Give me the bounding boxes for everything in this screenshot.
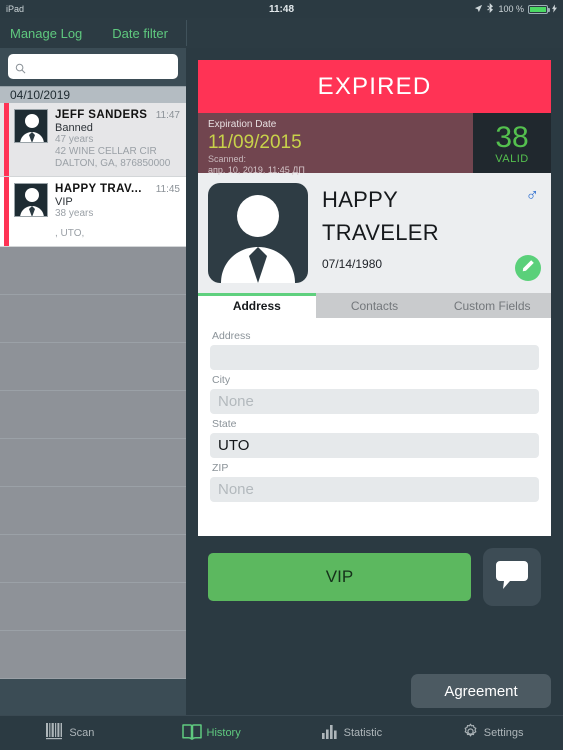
list-placeholder-row xyxy=(0,343,186,391)
manage-log-button[interactable]: Manage Log xyxy=(10,26,82,41)
scanned-label: Scanned: xyxy=(208,154,247,164)
person-avatar xyxy=(208,183,308,283)
agreement-button[interactable]: Agreement xyxy=(411,674,551,708)
list-placeholder-row xyxy=(0,535,186,583)
list-placeholder-row xyxy=(0,631,186,679)
list-item-header: HAPPY TRAV... 11:45 xyxy=(55,183,180,195)
search-input[interactable] xyxy=(31,60,171,73)
speech-bubble-icon xyxy=(496,560,528,595)
list-item-age: 38 years xyxy=(55,208,94,219)
battery-icon xyxy=(528,4,550,14)
city-label: City xyxy=(212,374,231,386)
tab-settings-label: Settings xyxy=(483,727,524,739)
list-placeholder-row xyxy=(0,391,186,439)
expiration-date-value: 11/09/2015 xyxy=(208,132,302,153)
tab-custom-fields[interactable]: Custom Fields xyxy=(433,293,551,318)
search-box[interactable] xyxy=(8,54,178,79)
list-item-spacer xyxy=(55,220,180,228)
avatar xyxy=(14,183,48,217)
list-item-time: 11:47 xyxy=(155,110,180,121)
tab-settings[interactable]: Settings xyxy=(422,716,563,750)
expiration-bar: Expiration Date 11/09/2015 Scanned: апр.… xyxy=(198,113,551,175)
person-info: ♂ HAPPY TRAVELER 07/14/1980 xyxy=(308,183,541,283)
gear-icon xyxy=(462,723,479,743)
bluetooth-icon xyxy=(487,3,494,15)
top-nav-bar: Manage Log Date filter xyxy=(0,18,563,48)
list-item-status: VIP xyxy=(55,196,73,208)
avatar xyxy=(14,109,48,143)
tab-history-label: History xyxy=(206,727,241,739)
expired-banner: EXPIRED xyxy=(198,60,551,113)
list-item-age: 47 years xyxy=(55,134,94,145)
battery-percent: 100 % xyxy=(498,4,524,14)
zip-label: ZIP xyxy=(212,462,229,474)
status-indicators: 100 % xyxy=(474,3,557,15)
state-label: State xyxy=(212,418,237,430)
list-item-body: JEFF SANDERS 11:47 Banned 47 years 42 WI… xyxy=(55,109,180,170)
address-form: Address City State ZIP xyxy=(198,318,551,536)
scanned-value: апр. 10, 2019, 11:45 ДП xyxy=(208,165,305,175)
tab-scan-label: Scan xyxy=(69,727,95,739)
age-value: 38 xyxy=(495,120,529,154)
list-placeholder-row xyxy=(0,247,186,295)
tab-history[interactable]: History xyxy=(141,716,282,750)
list-item-address-line2: DALTON, GA, 876850000 xyxy=(55,158,171,169)
nav-divider xyxy=(186,20,187,46)
edit-button[interactable] xyxy=(515,255,541,281)
list-item-header: JEFF SANDERS 11:47 xyxy=(55,109,180,121)
bar-chart-icon xyxy=(321,724,339,743)
pencil-icon xyxy=(521,259,535,278)
expiration-date-label: Expiration Date xyxy=(208,119,277,130)
list-item-time: 11:45 xyxy=(155,184,180,195)
date-section-header: 04/10/2019 xyxy=(0,86,186,103)
action-bar: VIP xyxy=(198,544,551,610)
app-root: iPad 11:48 100 % Manage Log Date filter xyxy=(0,0,563,750)
status-bar: iPad 11:48 100 % xyxy=(0,0,563,18)
list-item-name: HAPPY TRAV... xyxy=(55,183,142,195)
bottom-tab-bar: Scan History Statistic Settings xyxy=(0,715,563,750)
barcode-icon xyxy=(46,723,64,743)
person-dob: 07/14/1980 xyxy=(322,257,383,271)
list-item[interactable]: JEFF SANDERS 11:47 Banned 47 years 42 WI… xyxy=(0,103,186,177)
message-button[interactable] xyxy=(483,548,541,606)
list-item-address-line1: 42 WINE CELLAR CIR xyxy=(55,146,157,157)
search-container xyxy=(0,48,186,86)
person-card: ♂ HAPPY TRAVELER 07/14/1980 xyxy=(198,173,551,293)
open-book-icon xyxy=(181,723,202,743)
address-label: Address xyxy=(212,330,251,342)
tab-statistic[interactable]: Statistic xyxy=(282,716,423,750)
list-item-address-line2: , UTO, xyxy=(55,228,85,239)
male-symbol-icon: ♂ xyxy=(525,185,540,205)
tab-contacts[interactable]: Contacts xyxy=(316,293,434,318)
list-placeholder-row xyxy=(0,439,186,487)
history-sidebar: 04/10/2019 JEFF SANDERS 11:47 Banned 47 … xyxy=(0,48,186,715)
search-icon xyxy=(15,61,26,74)
zip-input[interactable] xyxy=(210,477,539,502)
age-status-label: VALID xyxy=(495,152,529,165)
charging-bolt-icon xyxy=(552,3,557,15)
list-item[interactable]: HAPPY TRAV... 11:45 VIP 38 years , UTO, xyxy=(0,177,186,247)
tab-address[interactable]: Address xyxy=(198,293,316,318)
person-first-name: HAPPY xyxy=(322,187,399,212)
list-placeholder-row xyxy=(0,487,186,535)
expiration-info: Expiration Date 11/09/2015 Scanned: апр.… xyxy=(198,113,473,175)
list-item-name: JEFF SANDERS xyxy=(55,109,148,121)
person-last-name: TRAVELER xyxy=(322,220,439,245)
location-arrow-icon xyxy=(474,4,483,15)
vip-button[interactable]: VIP xyxy=(208,553,471,601)
age-badge: 38 VALID xyxy=(473,113,551,173)
state-input[interactable] xyxy=(210,433,539,458)
city-input[interactable] xyxy=(210,389,539,414)
tab-scan[interactable]: Scan xyxy=(0,716,141,750)
list-item-body: HAPPY TRAV... 11:45 VIP 38 years , UTO, xyxy=(55,183,180,240)
list-placeholder-row xyxy=(0,295,186,343)
detail-pane: EXPIRED Expiration Date 11/09/2015 Scann… xyxy=(186,48,563,715)
tab-statistic-label: Statistic xyxy=(343,727,383,739)
address-input[interactable] xyxy=(210,345,539,370)
detail-tabs: Address Contacts Custom Fields xyxy=(198,293,551,318)
list-item-status: Banned xyxy=(55,122,93,134)
date-filter-button[interactable]: Date filter xyxy=(112,26,168,41)
list-placeholder-row xyxy=(0,583,186,631)
